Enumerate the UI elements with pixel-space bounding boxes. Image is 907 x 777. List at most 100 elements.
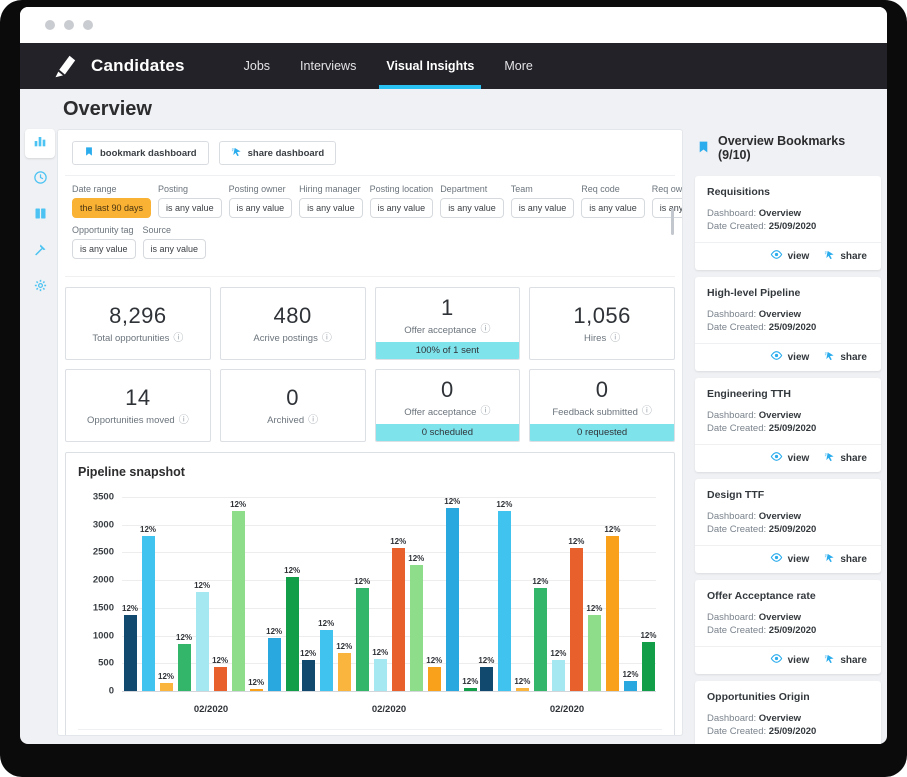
- bar-interview[interactable]: [374, 659, 387, 691]
- filter-value-pill[interactable]: is any value: [581, 198, 645, 218]
- chart-plot-area: 12%12%12%12%12%12%12%12%12%12%12%12%12%1…: [80, 491, 660, 719]
- stat-label: Offer acceptance ⓘ: [404, 407, 490, 418]
- share-dashboard-button[interactable]: share dashboard: [219, 141, 337, 165]
- bar-interview[interactable]: [286, 577, 299, 691]
- bar-column: 12%: [122, 497, 138, 691]
- filter-value-pill[interactable]: the last 90 days: [72, 198, 151, 218]
- filter-value-pill[interactable]: is any value: [158, 198, 222, 218]
- rail-item-settings[interactable]: [25, 273, 55, 302]
- bookmark-icon: [84, 146, 94, 160]
- rail-item-clock[interactable]: [25, 165, 55, 194]
- bookmark-dashboard-line: Dashboard: Overview: [707, 308, 869, 321]
- info-icon[interactable]: ⓘ: [642, 407, 652, 417]
- chart-bar-groups: 12%12%12%12%12%12%12%12%12%12%12%12%12%1…: [122, 497, 656, 691]
- bookmark-card-design-ttf: Design TTFDashboard: OverviewDate Create…: [695, 479, 881, 573]
- bookmark-dashboard-label: bookmark dashboard: [100, 148, 197, 159]
- stat-label-text: Offer acceptance: [404, 407, 476, 418]
- bar-interview[interactable]: [516, 688, 529, 691]
- bar-interview[interactable]: [196, 592, 209, 691]
- bar-interview[interactable]: [642, 642, 655, 691]
- bar-interview[interactable]: [268, 638, 281, 691]
- filter-value-pill[interactable]: is any value: [652, 198, 683, 218]
- view-link[interactable]: view: [770, 350, 810, 364]
- bar-value-label: 12%: [496, 500, 512, 509]
- rail-item-bar-chart[interactable]: [25, 129, 55, 158]
- share-icon: [824, 451, 835, 465]
- bar-value-label: 12%: [426, 656, 442, 665]
- bookmark-card-footer: view share: [695, 545, 881, 573]
- bar-chart-icon: [32, 133, 48, 154]
- filter-value-pill[interactable]: is any value: [229, 198, 293, 218]
- info-icon[interactable]: ⓘ: [173, 334, 183, 344]
- info-icon[interactable]: ⓘ: [322, 334, 332, 344]
- bar-interview[interactable]: [356, 588, 369, 691]
- bar-interview[interactable]: [534, 588, 547, 691]
- bar-interview[interactable]: [250, 689, 263, 691]
- stat-card-offer-acceptance: 0Offer acceptanceⓘ0 scheduled: [375, 369, 521, 442]
- x-axis-label: 02/2020: [493, 704, 641, 715]
- view-link[interactable]: view: [770, 653, 810, 667]
- filter-value-pill[interactable]: is any value: [299, 198, 363, 218]
- bar-interview[interactable]: [392, 548, 405, 691]
- info-icon[interactable]: ⓘ: [179, 416, 189, 426]
- bar-applicant[interactable]: [142, 536, 155, 691]
- filter-value-pill[interactable]: is any value: [511, 198, 575, 218]
- bar-interview[interactable]: [410, 565, 423, 691]
- tab-more[interactable]: More: [489, 43, 547, 89]
- bar-interview[interactable]: [446, 508, 459, 691]
- filter-value-pill[interactable]: is any value: [370, 198, 434, 218]
- filter-value-pill[interactable]: is any value: [440, 198, 504, 218]
- bar-interview[interactable]: [428, 667, 441, 691]
- share-link[interactable]: share: [824, 350, 867, 364]
- bar-interview[interactable]: [464, 688, 477, 691]
- info-icon[interactable]: ⓘ: [610, 334, 620, 344]
- filter-value-pill[interactable]: is any value: [143, 239, 207, 259]
- bookmark-dashboard-line: Dashboard: Overview: [707, 409, 869, 422]
- share-label: share: [840, 453, 867, 464]
- bar-interview[interactable]: [160, 683, 173, 691]
- share-link[interactable]: share: [824, 451, 867, 465]
- info-icon[interactable]: ⓘ: [480, 407, 490, 417]
- bar-lead[interactable]: [480, 667, 493, 691]
- bar-lead[interactable]: [302, 660, 315, 691]
- rail-item-book[interactable]: [25, 201, 55, 230]
- bar-interview[interactable]: [178, 644, 191, 691]
- filter-value-pill[interactable]: is any value: [72, 239, 136, 259]
- tab-visual-insights[interactable]: Visual Insights: [371, 43, 489, 89]
- bar-column: 12%: [266, 497, 282, 691]
- window-control-dot[interactable]: [64, 20, 74, 30]
- bar-interview[interactable]: [624, 681, 637, 691]
- share-link[interactable]: share: [824, 552, 867, 566]
- window-control-dot[interactable]: [83, 20, 93, 30]
- bar-applicant[interactable]: [320, 630, 333, 691]
- bar-lead[interactable]: [124, 615, 137, 691]
- view-link[interactable]: view: [770, 249, 810, 263]
- filter-posting-location: Posting locationis any value: [370, 184, 434, 218]
- window-control-dot[interactable]: [45, 20, 55, 30]
- stat-card-offer-acceptance: 1Offer acceptanceⓘ100% of 1 sent: [375, 287, 521, 360]
- bar-interview[interactable]: [214, 667, 227, 691]
- info-icon[interactable]: ⓘ: [480, 325, 490, 335]
- tab-interviews[interactable]: Interviews: [285, 43, 371, 89]
- bar-interview[interactable]: [232, 511, 245, 691]
- bookmark-card-offer-acceptance-rate: Offer Acceptance rateDashboard: Overview…: [695, 580, 881, 674]
- share-link[interactable]: share: [824, 653, 867, 667]
- bar-applicant[interactable]: [498, 511, 511, 691]
- filter-hiring-manager: Hiring manageris any value: [299, 184, 363, 218]
- bookmark-dashboard-line: Dashboard: Overview: [707, 510, 869, 523]
- bar-interview[interactable]: [588, 615, 601, 691]
- bar-interview[interactable]: [552, 660, 565, 691]
- filters-scrollbar[interactable]: [671, 208, 674, 235]
- info-icon[interactable]: ⓘ: [308, 416, 318, 426]
- view-link[interactable]: view: [770, 552, 810, 566]
- share-link[interactable]: share: [824, 249, 867, 263]
- tab-jobs[interactable]: Jobs: [229, 43, 285, 89]
- rail-item-tools[interactable]: [25, 237, 55, 266]
- bar-interview[interactable]: [606, 536, 619, 691]
- bookmark-dashboard-button[interactable]: bookmark dashboard: [72, 141, 209, 165]
- view-link[interactable]: view: [770, 451, 810, 465]
- bar-column: 12%: [496, 497, 512, 691]
- bar-interview[interactable]: [570, 548, 583, 691]
- window-titlebar: [20, 7, 887, 43]
- bar-interview[interactable]: [338, 653, 351, 691]
